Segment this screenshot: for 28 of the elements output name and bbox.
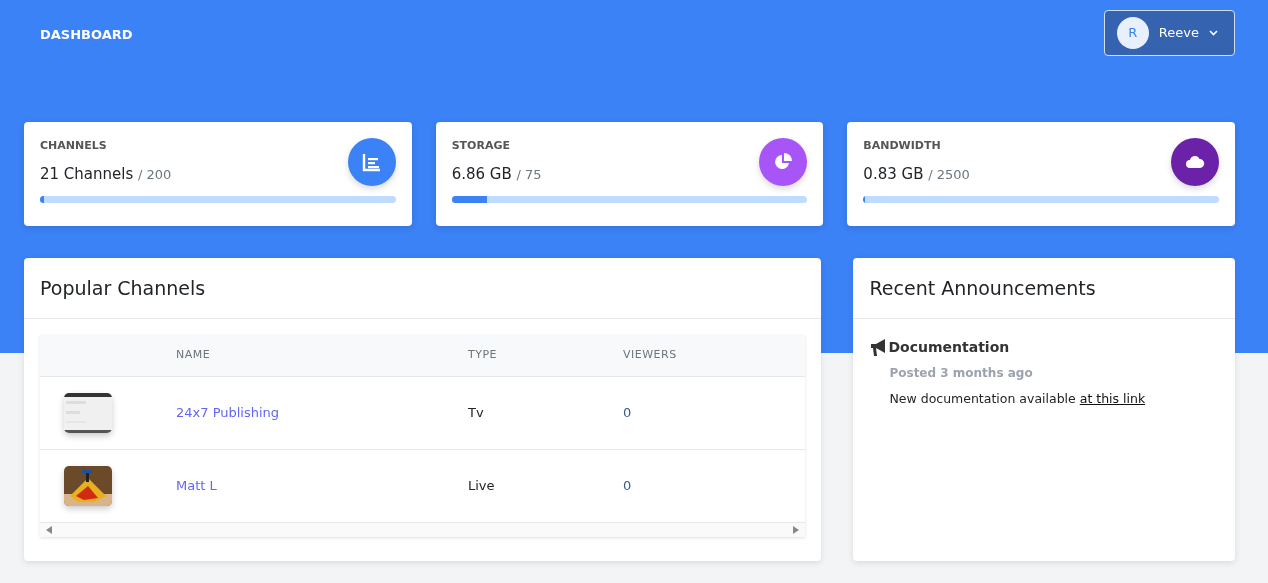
column-header: TYPE bbox=[468, 348, 498, 362]
scroll-right-icon[interactable] bbox=[793, 526, 800, 534]
dashboard-title: DASHBOARD bbox=[40, 26, 133, 44]
table-cell: 0 bbox=[623, 405, 632, 421]
column-header: VIEWERS bbox=[623, 348, 677, 362]
horizontal-scrollbar[interactable] bbox=[40, 523, 806, 537]
stat-value: 0.83 GB / 2500 bbox=[863, 163, 970, 185]
announcement-link[interactable]: at this link bbox=[1079, 391, 1146, 406]
stat-label: STORAGE bbox=[451, 138, 511, 154]
stat-label: BANDWIDTH bbox=[863, 138, 942, 154]
panel-title: Recent Announcements bbox=[853, 258, 1235, 319]
channel-link[interactable]: Matt L bbox=[176, 478, 217, 494]
table-cell: Tv bbox=[468, 405, 484, 421]
scroll-left-icon[interactable] bbox=[46, 526, 52, 534]
user-menu-button[interactable]: R Reeve bbox=[1103, 10, 1235, 56]
stat-value: 21 Channels / 200 bbox=[40, 163, 172, 185]
user-avatar: R bbox=[1116, 17, 1149, 49]
stat-label: CHANNELS bbox=[40, 138, 108, 154]
column-header: NAME bbox=[176, 348, 211, 362]
table-cell: Live bbox=[468, 478, 495, 494]
announcement-date: Posted 3 months ago bbox=[889, 365, 1034, 382]
announcement-text: New documentation available at this link bbox=[889, 390, 1147, 408]
stat-value: 6.86 GB / 75 bbox=[451, 163, 542, 185]
panel-title: Popular Channels bbox=[24, 258, 822, 319]
caret-icon bbox=[1209, 30, 1218, 36]
table-cell: 0 bbox=[623, 478, 632, 494]
channel-link[interactable]: 24x7 Publishing bbox=[176, 405, 280, 421]
announcement-title: Documentation bbox=[888, 338, 1010, 357]
